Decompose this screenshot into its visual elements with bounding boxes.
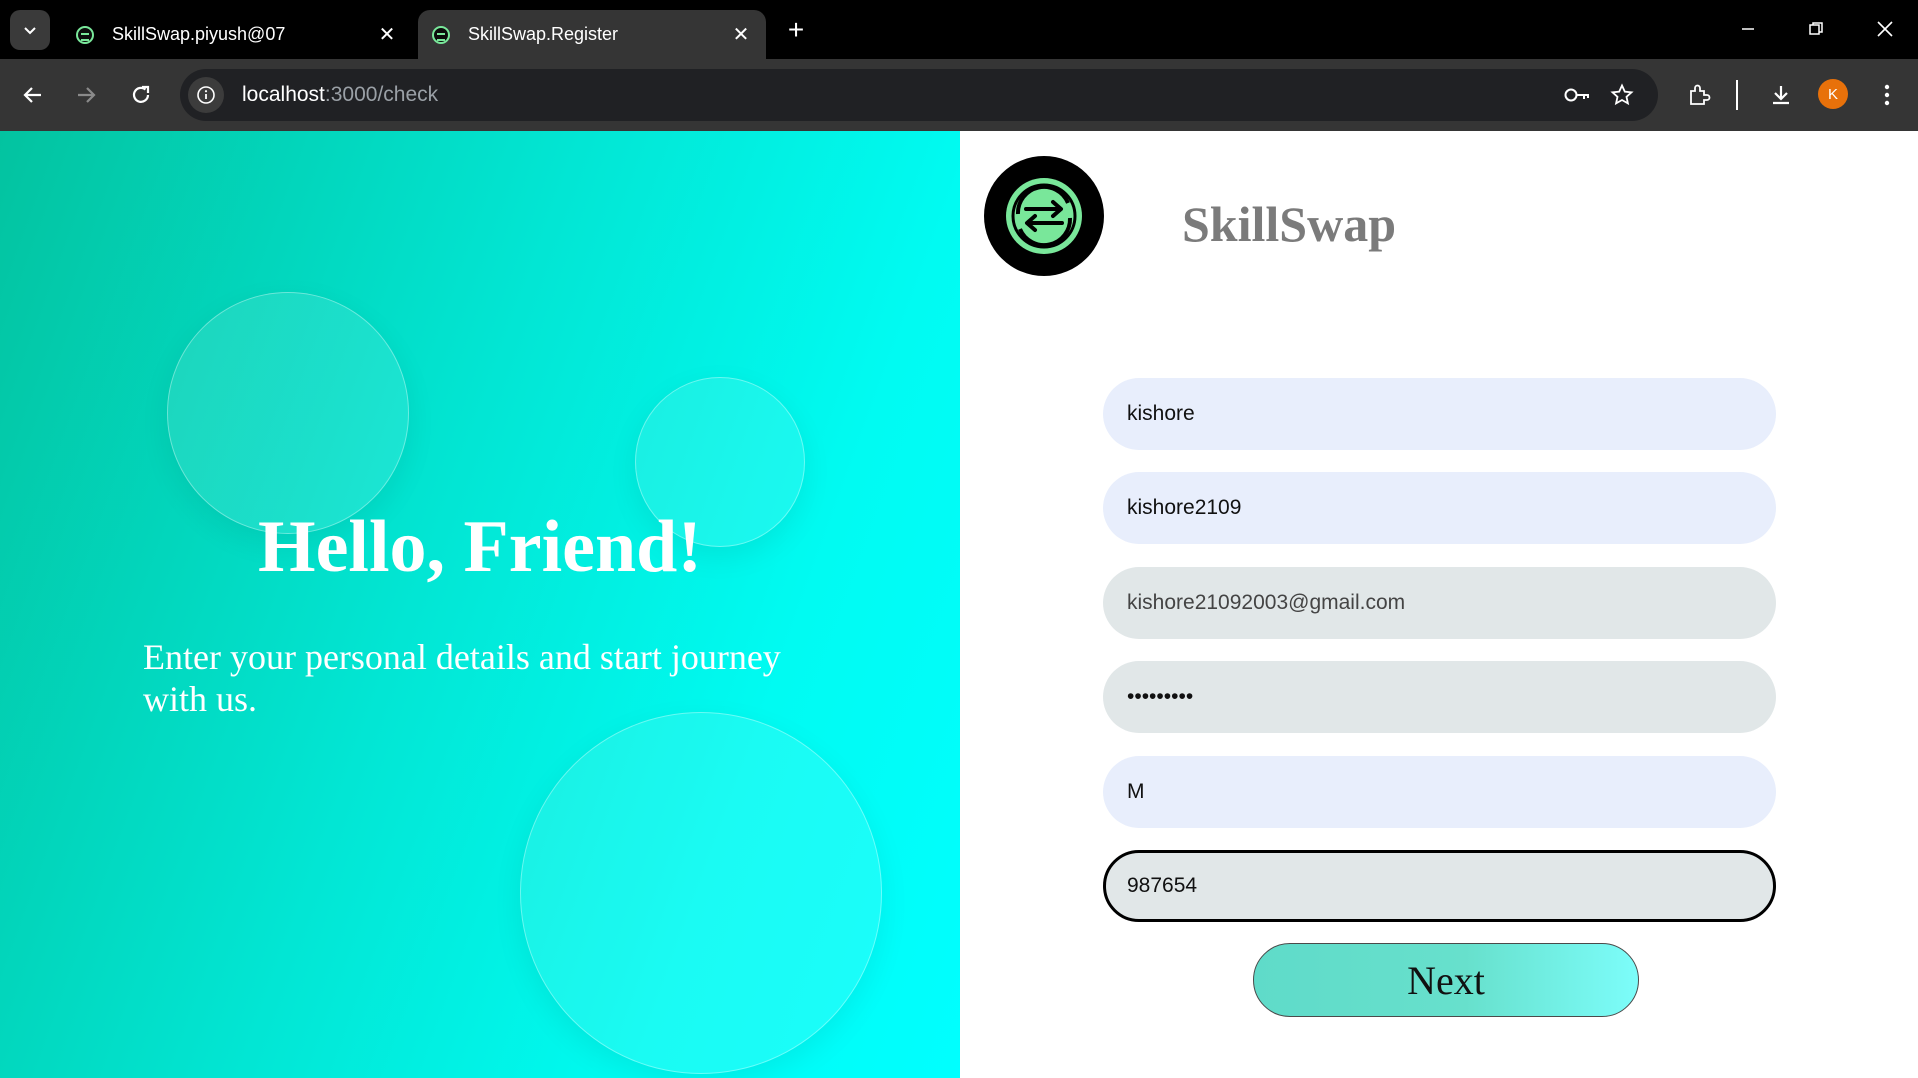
tab-search-button[interactable]: [10, 10, 50, 50]
profile-avatar[interactable]: K: [1818, 79, 1848, 109]
username-field[interactable]: [1103, 472, 1776, 544]
extensions-icon[interactable]: [1679, 75, 1719, 115]
tab-strip: SkillSwap.piyush@07 ✕ SkillSwap.Register…: [0, 0, 1918, 59]
password-key-icon[interactable]: [1560, 78, 1594, 112]
forward-arrow-icon[interactable]: [66, 75, 106, 115]
gender-field[interactable]: [1103, 756, 1776, 828]
chevron-down-icon: [24, 27, 36, 35]
next-button[interactable]: Next: [1253, 943, 1639, 1017]
close-icon[interactable]: ✕: [726, 20, 756, 50]
welcome-panel: Hello, Friend! Enter your personal detai…: [0, 131, 960, 1078]
password-field[interactable]: [1103, 661, 1776, 733]
welcome-message: Enter your personal details and start jo…: [143, 637, 781, 719]
email-field[interactable]: [1103, 567, 1776, 639]
tab-skillswap-piyush[interactable]: SkillSwap.piyush@07 ✕: [62, 10, 412, 59]
skillswap-favicon-icon: [432, 25, 450, 44]
close-window-icon[interactable]: [1862, 10, 1908, 48]
back-arrow-icon[interactable]: [13, 75, 53, 115]
decorative-bubble: [167, 292, 409, 534]
phone-field[interactable]: [1103, 850, 1776, 922]
skillswap-favicon-icon: [76, 25, 94, 44]
menu-dots-icon[interactable]: [1867, 75, 1907, 115]
welcome-heading: Hello, Friend!: [258, 506, 702, 588]
toolbar-divider: [1736, 80, 1738, 110]
close-icon[interactable]: ✕: [372, 20, 402, 50]
download-icon[interactable]: [1761, 75, 1801, 115]
restore-icon[interactable]: [1793, 10, 1839, 48]
tab-skillswap-register[interactable]: SkillSwap.Register ✕: [418, 10, 766, 59]
address-bar[interactable]: localhost:3000/check: [180, 69, 1658, 121]
tab-title: SkillSwap.Register: [468, 24, 619, 44]
swap-arrows-icon: [984, 156, 1104, 276]
minimize-icon[interactable]: [1725, 10, 1771, 48]
url-text: localhost:3000/check: [242, 83, 439, 106]
bookmark-star-icon[interactable]: [1605, 78, 1639, 112]
reload-icon[interactable]: [121, 75, 161, 115]
name-field[interactable]: [1103, 378, 1776, 450]
brand-name: SkillSwap: [1182, 196, 1397, 252]
tab-title: SkillSwap.piyush@07: [112, 24, 286, 44]
page-content: Hello, Friend! Enter your personal detai…: [0, 131, 1918, 1078]
new-tab-icon[interactable]: +: [780, 14, 812, 46]
site-info-icon[interactable]: [188, 77, 224, 113]
browser-toolbar: localhost:3000/check K: [0, 59, 1918, 131]
decorative-bubble: [520, 712, 882, 1074]
register-form-panel: SkillSwap Next: [960, 131, 1918, 1078]
